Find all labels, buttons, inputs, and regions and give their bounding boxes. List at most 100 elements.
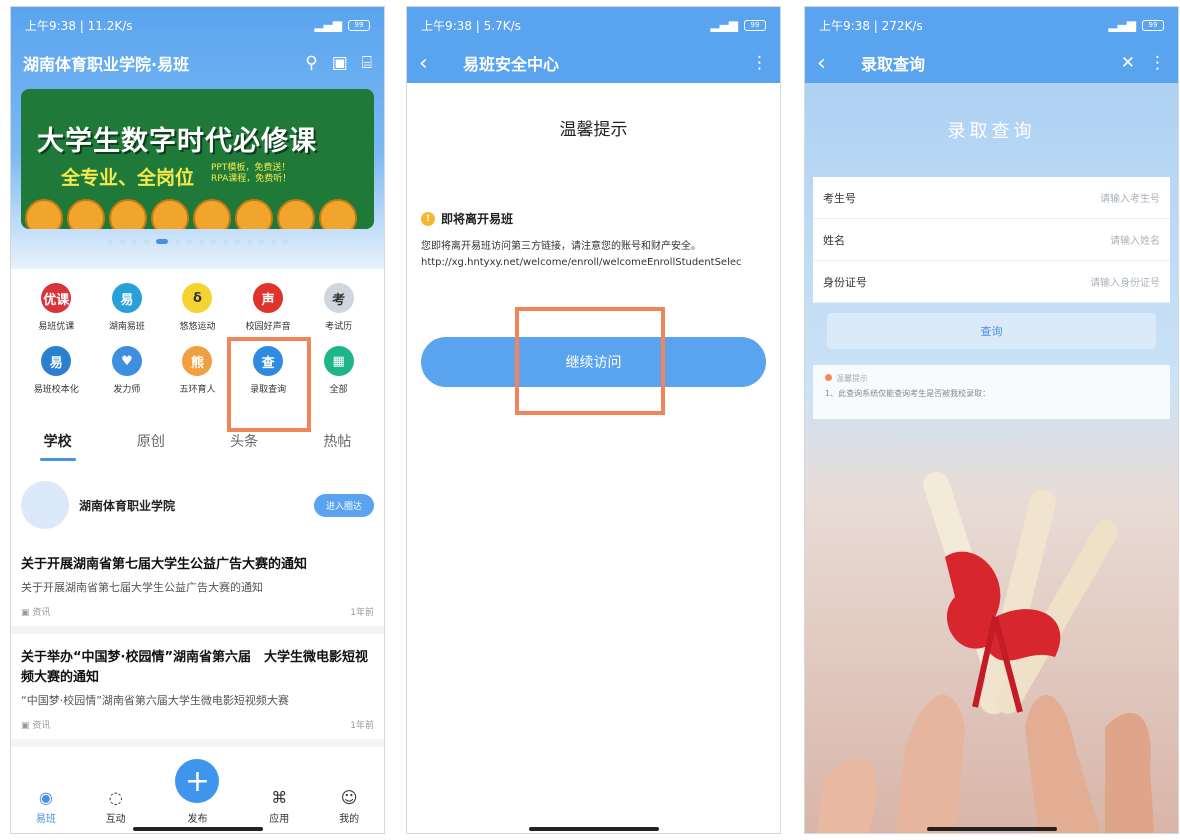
highlight-box-admission <box>227 337 311 432</box>
close-icon[interactable]: ✕ <box>1121 53 1135 73</box>
news-time: 1年前 <box>350 721 374 731</box>
field-input[interactable]: 请输入姓名 <box>1110 232 1160 247</box>
search-icon[interactable]: ⚲ <box>305 53 317 73</box>
carousel-dots <box>11 239 384 244</box>
query-heading: 录取查询 <box>947 121 1036 142</box>
tip-text: 1、此查询系统仅能查询考生是否被我校录取： <box>825 389 991 398</box>
field-label: 身份证号 <box>823 275 867 289</box>
query-button[interactable]: 查询 <box>827 313 1156 349</box>
divider <box>11 626 384 634</box>
all-apps-icon: ▦ <box>323 346 354 376</box>
query-form: 考生号 请输入考生号姓名 请输入姓名身份证号 请输入身份证号 <box>813 177 1170 303</box>
form-field[interactable]: 身份证号 请输入身份证号 <box>813 261 1170 303</box>
app-grid: 优课 易班优课易湖南易班 δ 悠悠运动声校园好声音考考试历易易班校本化 ♥ 发力师熊五环育… <box>21 269 374 401</box>
back-icon[interactable]: ‹ <box>817 51 861 76</box>
nav-interact[interactable]: ◌ 互动 <box>106 788 126 825</box>
tab-item[interactable]: 头条 <box>230 431 258 451</box>
back-icon[interactable]: ‹ <box>419 51 463 76</box>
app-item[interactable]: 优课 易班优课 <box>21 283 92 332</box>
page-title: 录取查询 <box>861 55 926 74</box>
app-item[interactable]: 易湖南易班 <box>92 283 163 332</box>
avatar <box>21 481 69 529</box>
nav-apps[interactable]: ⌘ 应用 <box>269 788 289 825</box>
enter-button[interactable]: 进入圈达 <box>313 493 374 517</box>
app-item[interactable]: 易易班校本化 <box>21 346 92 395</box>
voice-icon: 声 <box>253 283 284 313</box>
home-indicator <box>132 827 263 831</box>
app-label: 发力师 <box>113 385 141 395</box>
app-item[interactable]: δ 悠悠运动 <box>162 283 233 332</box>
chat-icon: ◌ <box>108 788 123 807</box>
status-time: 上午9:38 | 272K/s <box>819 18 923 33</box>
more-icon[interactable]: ⋮ <box>751 53 768 73</box>
scan-icon[interactable]: ⌸ <box>362 53 372 73</box>
news-item[interactable]: 关于举办“中国梦·校园情”湖南省第六届 大学生微电影短视频大赛的通知 “中国梦·校… <box>11 648 384 747</box>
page-title: 湖南体育职业学院·易班 <box>23 55 190 74</box>
highlight-box-continue <box>515 307 665 415</box>
field-input[interactable]: 请输入身份证号 <box>1090 274 1160 289</box>
app-label: 易班校本化 <box>33 385 79 395</box>
app-item[interactable]: ▦ 全部 <box>303 346 374 395</box>
status-time: 上午9:38 | 5.7K/s <box>421 18 521 33</box>
app-item[interactable]: 熊五环育人 <box>162 346 233 395</box>
tip-box: 温馨提示 1、此查询系统仅能查询考生是否被我校录取： <box>813 365 1170 419</box>
warning-icon: ! <box>421 211 435 226</box>
warn-description: 您即将离开易班访问第三方链接，请注意您的账号和财产安全。 <box>421 241 701 252</box>
dialog-heading: 温馨提示 <box>559 120 628 140</box>
nav-publish[interactable]: + 发布 <box>175 759 220 825</box>
status-bar: 上午9:38 | 272K/s ▂▄▆ 99 <box>805 7 1178 43</box>
battery-icon: 99 <box>348 19 370 31</box>
form-field[interactable]: 姓名 请输入姓名 <box>813 219 1170 261</box>
news-title: 关于开展湖南省第七届大学生公益广告大赛的通知 <box>21 557 308 572</box>
sports-icon: δ <box>182 283 213 313</box>
status-time: 上午9:38 | 11.2K/s <box>25 18 133 33</box>
app-label: 湖南易班 <box>108 322 145 332</box>
news-summary: “中国梦·校园情”湖南省第六届大学生微电影短视频大赛 <box>21 694 289 707</box>
status-bar: 上午9:38 | 11.2K/s ▂▄▆ 99 <box>11 7 384 43</box>
promo-banner[interactable]: 大学生数字时代必修课 全专业、全岗位 PPT模板，免费送！ RPA课程，免费听！ <box>21 89 374 229</box>
home-header: 上午9:38 | 11.2K/s ▂▄▆ 99 湖南体育职业学院·易班 ⚲ ▣ … <box>11 7 384 269</box>
campus-icon: 易 <box>41 346 72 376</box>
field-input[interactable]: 请输入考生号 <box>1100 190 1160 205</box>
tab-item[interactable]: 学校 <box>39 431 76 461</box>
news-title: 关于举办“中国梦·校园情”湖南省第六届 大学生微电影短视频大赛的通知 <box>21 650 369 685</box>
signal-icon: ▂▄▆ <box>314 18 342 32</box>
news-item[interactable]: 关于开展湖南省第七届大学生公益广告大赛的通知 关于开展湖南省第七届大学生公益广告大… <box>11 555 384 634</box>
field-label: 考生号 <box>823 191 856 205</box>
tab-item[interactable]: 原创 <box>137 431 165 451</box>
app-item[interactable]: ♥ 发力师 <box>92 346 163 395</box>
app-label: 全部 <box>329 385 348 395</box>
top-nav: 湖南体育职业学院·易班 ⚲ ▣ ⌸ <box>11 43 384 83</box>
apps-icon: ⌘ <box>271 788 288 807</box>
nav-me[interactable]: ☺ 我的 <box>339 788 359 825</box>
signal-icon: ▂▄▆ <box>1108 18 1136 32</box>
tab-item[interactable]: 热帖 <box>323 431 351 451</box>
youke-icon: 优课 <box>41 283 72 313</box>
field-label: 姓名 <box>823 233 845 247</box>
app-label: 五环育人 <box>179 385 216 395</box>
banner-promo-1: PPT模板，免费送！ <box>211 163 291 173</box>
news-list: 关于开展湖南省第七届大学生公益广告大赛的通知 关于开展湖南省第七届大学生公益广告大… <box>11 555 384 747</box>
divider <box>11 739 384 747</box>
tip-title: 温馨提示 <box>836 374 868 383</box>
app-label: 考试历 <box>325 322 353 332</box>
battery-icon: 99 <box>744 19 766 31</box>
calendar-icon: 考 <box>323 283 354 313</box>
news-tag: ▣ 资讯 <box>21 608 51 618</box>
battery-icon: 99 <box>1142 19 1164 31</box>
more-icon[interactable]: ⋮ <box>1149 53 1166 73</box>
app-item[interactable]: 声校园好声音 <box>233 283 304 332</box>
content-tabs: 学校 原创 头条 热帖 <box>11 431 384 461</box>
nav-yiban[interactable]: ◉ 易班 <box>36 788 56 825</box>
signal-icon: ▂▄▆ <box>710 18 738 32</box>
plus-icon: + <box>175 759 220 803</box>
news-time: 1年前 <box>350 608 374 618</box>
school-card: 湖南体育职业学院 进入圈达 <box>21 481 374 529</box>
graduation-scrolls-image <box>817 471 1155 833</box>
phone-yiban-home: 上午9:38 | 11.2K/s ▂▄▆ 99 湖南体育职业学院·易班 ⚲ ▣ … <box>10 6 385 834</box>
home-indicator <box>926 827 1057 831</box>
scan-code-icon[interactable]: ▣ <box>332 53 348 73</box>
app-item[interactable]: 考考试历 <box>303 283 374 332</box>
form-field[interactable]: 考生号 请输入考生号 <box>813 177 1170 219</box>
status-bar: 上午9:38 | 5.7K/s ▂▄▆ 99 <box>407 7 780 43</box>
